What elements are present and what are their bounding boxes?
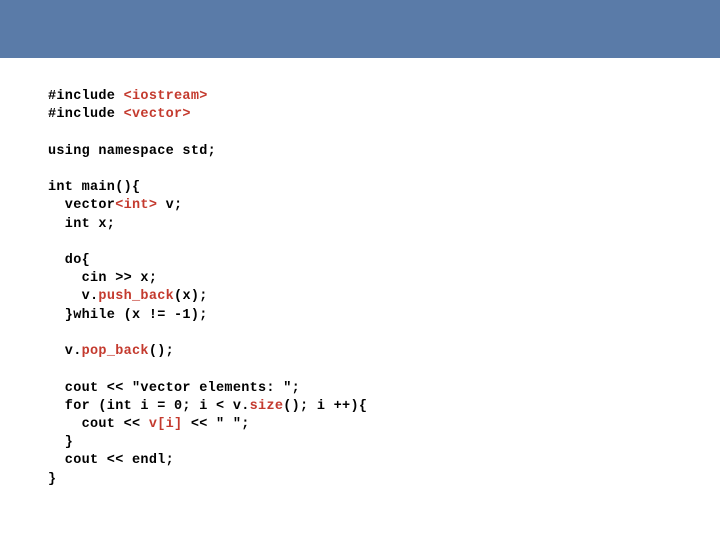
code-highlight: size [250,399,284,414]
code-blank-line [48,234,720,252]
code-line-do: do{ [48,252,720,270]
code-text: vector [48,198,115,213]
code-text: v. [48,289,98,304]
code-highlight: <vector> [124,107,191,122]
code-text: } [48,472,56,487]
code-line-vector-decl: vector<int> v; [48,197,720,215]
code-line-main: int main(){ [48,179,720,197]
code-text: cout << endl; [48,453,174,468]
code-blank-line [48,361,720,379]
code-text: int main(){ [48,180,140,195]
code-text: cout << [48,417,149,432]
code-line-while: }while (x != -1); [48,307,720,325]
code-text: (x); [174,289,208,304]
code-line-cout-label: cout << "vector elements: "; [48,380,720,398]
code-highlight: <iostream> [124,89,208,104]
code-highlight: push_back [98,289,174,304]
code-highlight: pop_back [82,344,149,359]
code-line-cout-element: cout << v[i] << " "; [48,416,720,434]
code-text: (); [149,344,174,359]
code-highlight: <int> [115,198,157,213]
code-line-include-iostream: #include <iostream> [48,88,720,106]
slide-header-bar [0,0,720,58]
code-line-for: for (int i = 0; i < v.size(); i ++){ [48,398,720,416]
code-line-popback: v.pop_back(); [48,343,720,361]
code-text: using namespace std; [48,144,216,159]
code-text: cin >> x; [48,271,157,286]
code-blank-line [48,325,720,343]
code-text: cout << "vector elements: "; [48,381,300,396]
code-line-cout-endl: cout << endl; [48,452,720,470]
code-text: } [48,435,73,450]
code-text: }while (x != -1); [48,308,208,323]
code-text: v. [48,344,82,359]
code-blank-line [48,124,720,142]
code-line-pushback: v.push_back(x); [48,288,720,306]
code-text: << " "; [182,417,249,432]
code-text: do{ [48,253,90,268]
code-line-int-x: int x; [48,216,720,234]
code-block: #include <iostream> #include <vector> us… [0,58,720,489]
code-text: for (int i = 0; i < v. [48,399,250,414]
code-text: (); i ++){ [283,399,367,414]
code-blank-line [48,161,720,179]
code-highlight: v[i] [149,417,183,432]
code-text: int x; [48,217,115,232]
code-text: #include [48,107,124,122]
code-line-include-vector: #include <vector> [48,106,720,124]
code-line-cin: cin >> x; [48,270,720,288]
code-text: v; [157,198,182,213]
code-line-using: using namespace std; [48,143,720,161]
code-line-brace-close: } [48,434,720,452]
code-text: #include [48,89,124,104]
code-line-main-close: } [48,471,720,489]
